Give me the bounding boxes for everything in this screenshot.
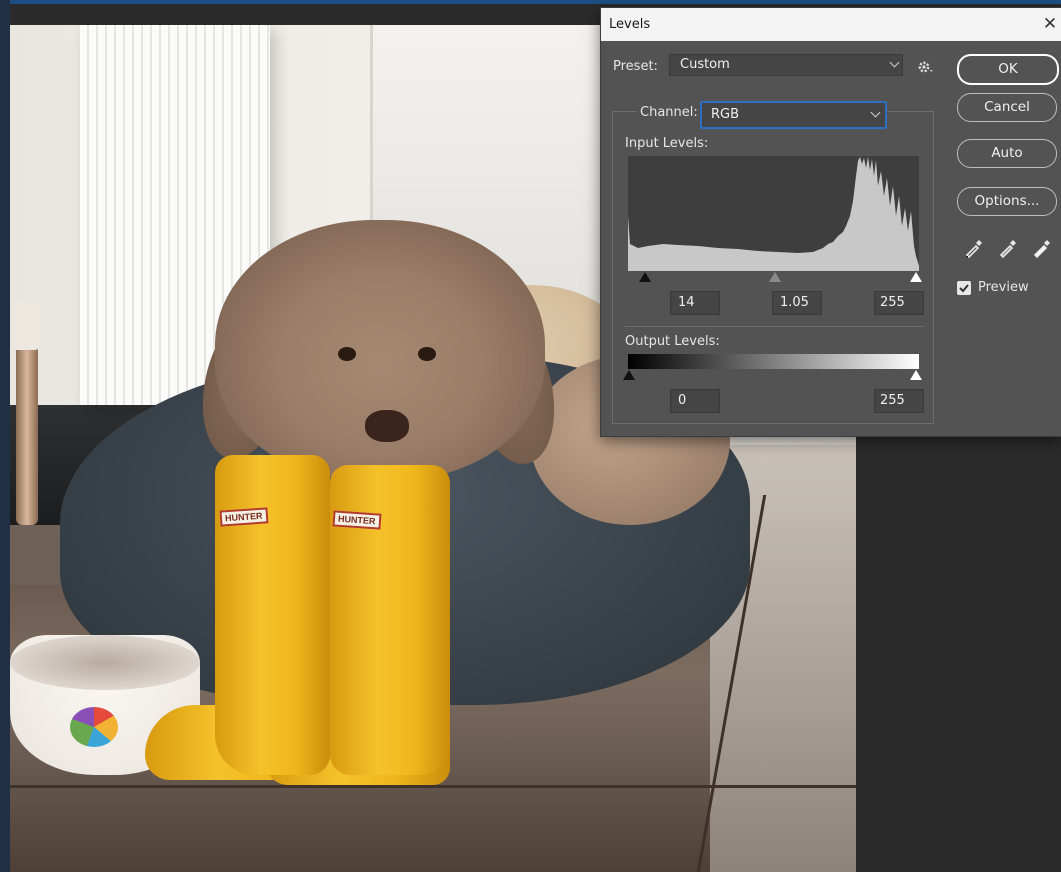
preview-checkbox[interactable] (957, 281, 971, 295)
window-top-border (0, 0, 1061, 4)
photo-dog-eye (338, 347, 356, 361)
dialog-titlebar[interactable]: Levels ✕ (601, 8, 1061, 41)
levels-dialog: Levels ✕ Preset: Custom OK Cancel Auto O… (600, 7, 1061, 437)
gear-icon[interactable] (917, 59, 935, 75)
options-button[interactable]: Options... (957, 187, 1057, 216)
photo-dog-eye (418, 347, 436, 361)
preview-label: Preview (978, 280, 1029, 295)
section-divider (625, 326, 924, 327)
checkmark-icon (959, 284, 969, 293)
window-left-border (0, 0, 10, 872)
output-white-field[interactable]: 255 (874, 389, 924, 413)
preset-label: Preset: (613, 59, 658, 74)
dialog-title: Levels (609, 17, 651, 32)
ok-button[interactable]: OK (957, 54, 1059, 85)
input-gamma-slider[interactable] (769, 272, 781, 282)
boot-brand-label: HUNTER (332, 510, 382, 530)
black-eyedropper-icon[interactable] (963, 237, 985, 259)
paw-print-icon (70, 707, 118, 747)
close-icon[interactable]: ✕ (1038, 12, 1061, 36)
preset-select[interactable]: Custom (669, 54, 903, 76)
histogram-graph (628, 157, 919, 271)
input-white-field[interactable]: 255 (874, 291, 924, 315)
chevron-down-icon (870, 107, 881, 118)
output-levels-label: Output Levels: (625, 334, 720, 349)
output-gradient (628, 354, 919, 369)
input-black-field[interactable]: 14 (670, 291, 720, 315)
input-black-value: 14 (678, 295, 695, 310)
output-white-value: 255 (880, 393, 905, 408)
channel-label: Channel: (637, 105, 701, 120)
photo-tile-line (10, 785, 856, 788)
output-white-slider[interactable] (910, 370, 922, 380)
auto-button[interactable]: Auto (957, 139, 1057, 168)
cancel-button[interactable]: Cancel (957, 93, 1057, 122)
chevron-down-icon (889, 57, 900, 68)
output-black-value: 0 (678, 393, 687, 408)
histogram (628, 156, 919, 271)
output-black-slider[interactable] (623, 370, 635, 380)
input-gamma-value: 1.05 (780, 295, 809, 310)
channel-select[interactable]: RGB (700, 101, 887, 129)
channel-value: RGB (711, 107, 740, 122)
boot-brand-label: HUNTER (219, 507, 269, 527)
photo-bowl-rim (10, 635, 200, 690)
photo-dog-nose (365, 410, 409, 442)
photo-boot-left (215, 455, 330, 775)
input-gamma-field[interactable]: 1.05 (772, 291, 822, 315)
input-white-value: 255 (880, 295, 905, 310)
gray-eyedropper-icon[interactable] (997, 237, 1019, 259)
input-levels-label: Input Levels: (625, 136, 709, 151)
output-black-field[interactable]: 0 (670, 389, 720, 413)
photo-pipe-cap (13, 300, 39, 350)
input-white-slider[interactable] (910, 272, 922, 282)
preset-value: Custom (680, 57, 730, 72)
input-black-slider[interactable] (639, 272, 651, 282)
white-eyedropper-icon[interactable] (1031, 237, 1053, 259)
